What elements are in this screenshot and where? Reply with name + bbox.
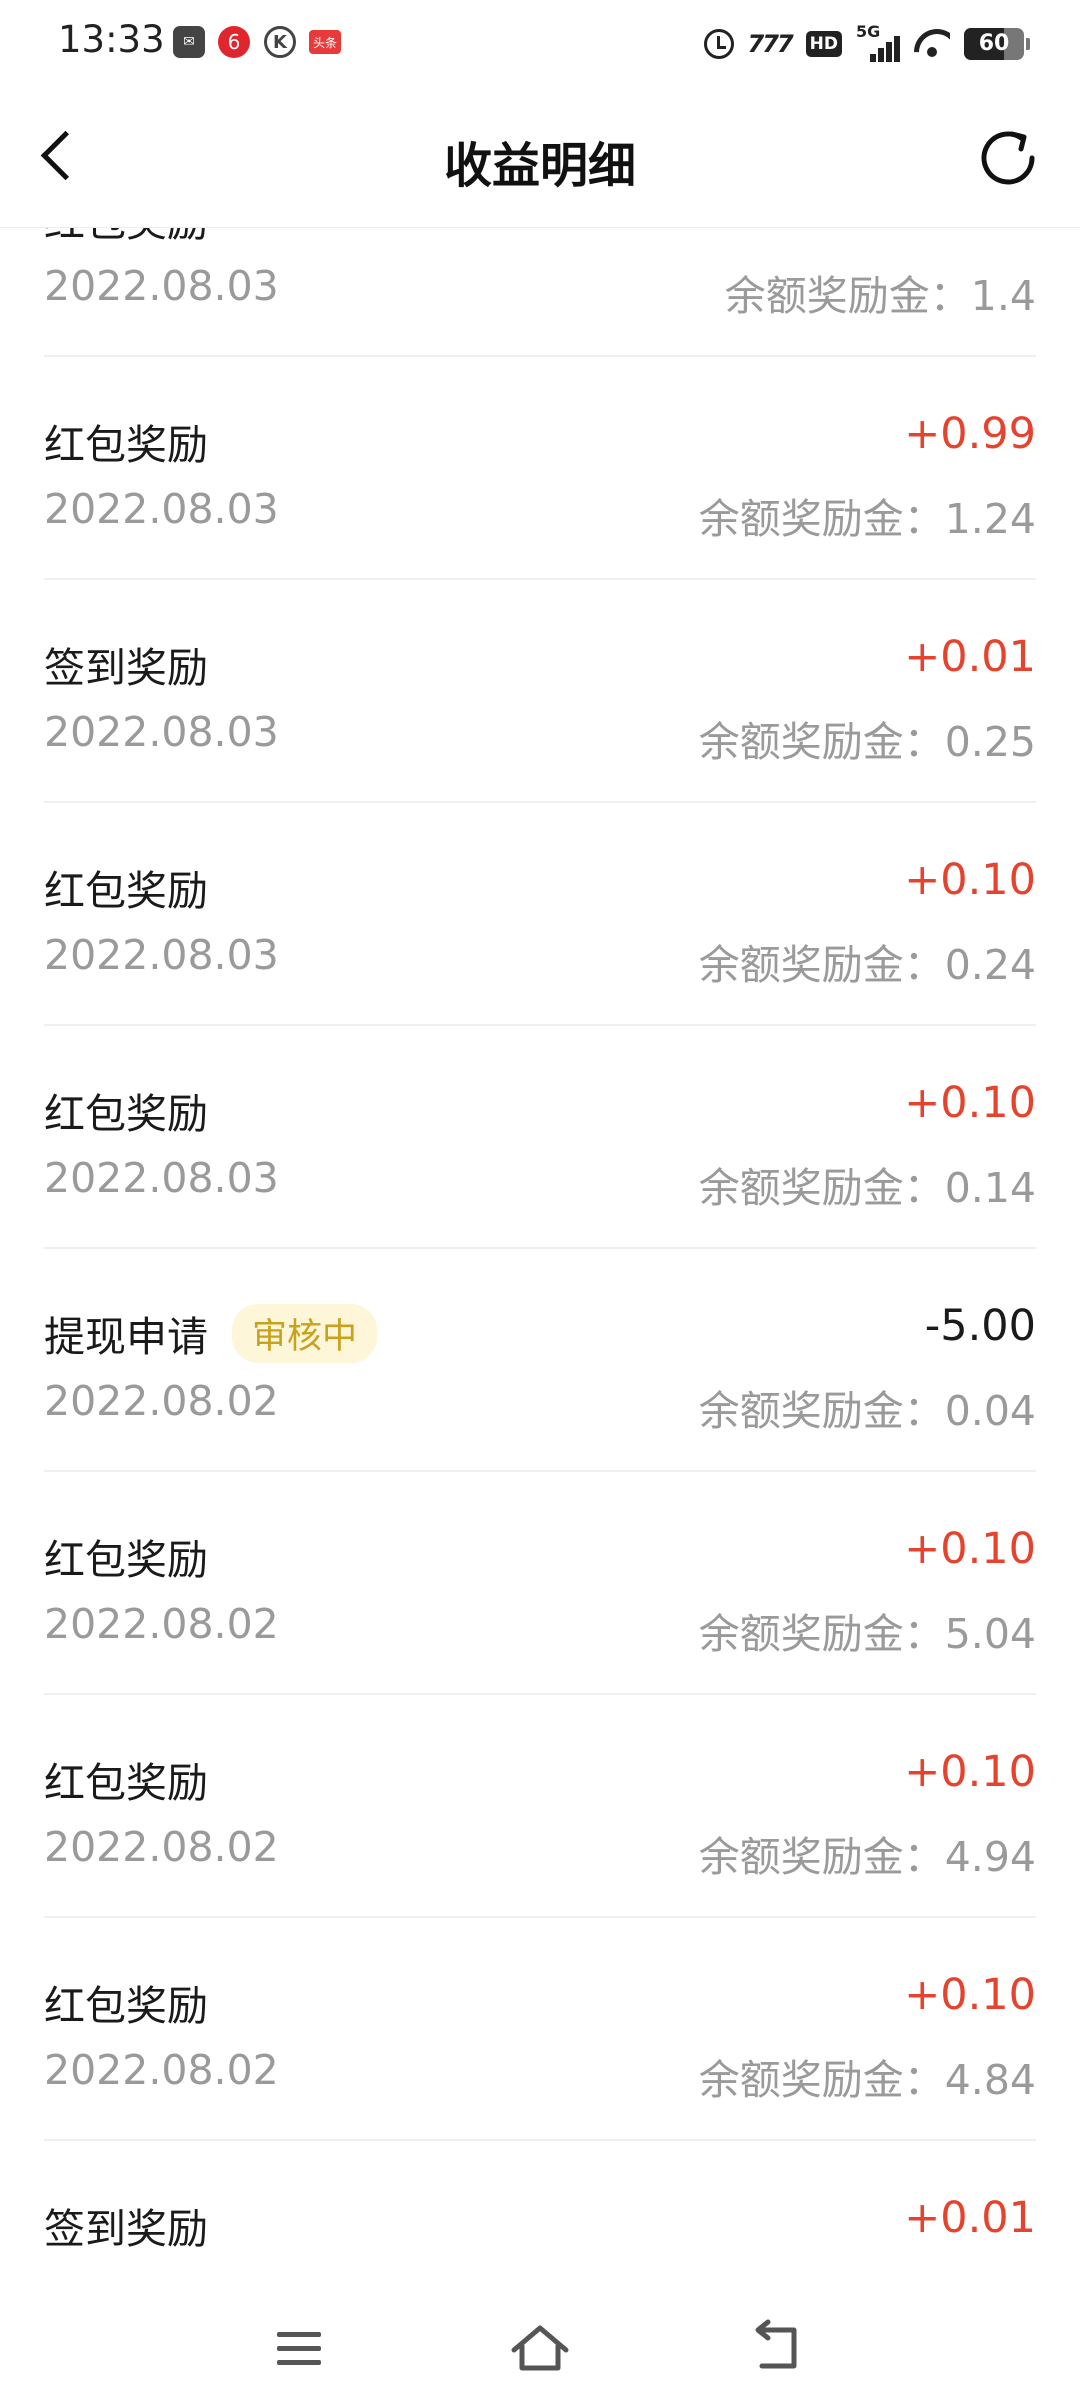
item-title-text: 红包奖励 xyxy=(44,1759,208,1807)
refresh-button[interactable] xyxy=(974,124,1042,192)
list-item[interactable]: 红包奖励 +0.10 2022.08.03 余额奖励金：1.4 xyxy=(44,228,1036,357)
network-speed-icon: 777 xyxy=(747,30,794,58)
item-title-text: 红包奖励 xyxy=(44,1536,208,1584)
item-amount: +0.10 xyxy=(904,1747,1036,1797)
nav-menu-button[interactable] xyxy=(263,2316,335,2380)
hd-voice-icon: HD xyxy=(805,31,842,57)
item-date: 2022.08.02 xyxy=(44,1823,279,1871)
item-title-text: 红包奖励 xyxy=(44,228,208,248)
item-title-text: 红包奖励 xyxy=(44,421,208,469)
item-title-text: 提现申请 xyxy=(44,1313,208,1361)
status-bar: 13:33 ✉ 6 K 头条 777 HD 5G 60 xyxy=(0,0,1080,86)
item-title: 红包奖励 xyxy=(44,411,208,471)
item-title: 红包奖励 xyxy=(44,1080,208,1140)
item-date: 2022.08.02 xyxy=(44,1600,279,1648)
list-item[interactable]: 红包奖励 +0.10 2022.08.03 余额奖励金：0.24 xyxy=(44,803,1036,1026)
refresh-icon xyxy=(981,131,1035,185)
item-amount: +0.01 xyxy=(904,632,1036,682)
item-title-text: 红包奖励 xyxy=(44,1982,208,2030)
item-balance: 余额奖励金：4.84 xyxy=(698,2056,1036,2104)
item-title: 红包奖励 xyxy=(44,857,208,917)
app-header: 收益明细 xyxy=(0,86,1080,228)
item-balance: 余额奖励金：0.04 xyxy=(698,1387,1036,1435)
item-amount: +0.01 xyxy=(904,2193,1036,2243)
item-balance: 余额奖励金：4.94 xyxy=(698,1833,1036,1881)
network-type-label: 5G xyxy=(856,22,881,41)
item-title: 红包奖励 xyxy=(44,1972,208,2032)
battery-icon: 60 xyxy=(964,28,1030,60)
item-balance: 余额奖励金：1.24 xyxy=(698,495,1036,543)
alarm-icon xyxy=(703,29,734,59)
item-date: 2022.08.03 xyxy=(44,708,279,756)
item-title: 红包奖励 xyxy=(44,228,208,248)
list-item[interactable]: 红包奖励 +0.10 2022.08.03 余额奖励金：0.14 xyxy=(44,1026,1036,1249)
list-item[interactable]: 红包奖励 +0.10 2022.08.02 余额奖励金：4.94 xyxy=(44,1695,1036,1918)
item-amount: +0.10 xyxy=(904,855,1036,905)
item-title-text: 签到奖励 xyxy=(44,2205,208,2253)
mail-notification-icon: ✉ xyxy=(173,26,205,58)
status-badge: 审核中 xyxy=(232,1303,378,1363)
item-balance: 余额奖励金：0.24 xyxy=(698,941,1036,989)
item-balance: 余额奖励金：1.4 xyxy=(724,272,1036,320)
nav-back-button[interactable] xyxy=(742,2316,814,2380)
item-amount: +0.10 xyxy=(904,1078,1036,1128)
item-title: 提现申请 审核中 xyxy=(44,1303,378,1363)
list-item[interactable]: 红包奖励 +0.10 2022.08.02 余额奖励金：5.04 xyxy=(44,1472,1036,1695)
item-title-text: 红包奖励 xyxy=(44,1090,208,1138)
item-balance: 余额奖励金：5.04 xyxy=(698,1610,1036,1658)
item-balance: 余额奖励金：0.25 xyxy=(698,718,1036,766)
back-icon xyxy=(755,2319,797,2369)
signal-5g-icon: 5G xyxy=(856,22,900,62)
item-date: 2022.08.03 xyxy=(44,1154,279,1202)
item-title: 签到奖励 xyxy=(44,634,208,694)
item-title-text: 红包奖励 xyxy=(44,867,208,915)
item-date: 2022.08.03 xyxy=(44,931,279,979)
toutiao-notification-icon: 头条 xyxy=(309,30,341,54)
item-amount: +0.10 xyxy=(904,1970,1036,2020)
nav-home-button[interactable] xyxy=(504,2316,576,2380)
status-icons: 777 HD 5G 60 xyxy=(703,22,1030,66)
item-amount: +0.10 xyxy=(904,228,1036,236)
status-time: 13:33 xyxy=(58,18,165,61)
item-title-text: 签到奖励 xyxy=(44,644,208,692)
earnings-list[interactable]: 红包奖励 +0.10 2022.08.03 余额奖励金：1.4 红包奖励 +0.99 202… xyxy=(0,228,1080,2288)
item-title: 红包奖励 xyxy=(44,1526,208,1586)
list-item[interactable]: 提现申请 审核中 -5.00 2022.08.02 余额奖励金：0.04 xyxy=(44,1249,1036,1472)
list-item[interactable]: 签到奖励 +0.01 2022.08.03 余额奖励金：0.25 xyxy=(44,580,1036,803)
item-date: 2022.08.03 xyxy=(44,262,279,310)
item-date: 2022.08.02 xyxy=(44,1377,279,1425)
item-amount: +0.10 xyxy=(904,1524,1036,1574)
item-date: 2022.08.02 xyxy=(44,2046,279,2094)
home-icon xyxy=(511,2325,569,2371)
item-date: 2022.08.03 xyxy=(44,485,279,533)
item-title: 签到奖励 xyxy=(44,2195,208,2255)
page-title: 收益明细 xyxy=(443,138,636,194)
k-app-notification-icon: K xyxy=(264,26,296,58)
system-nav-bar xyxy=(0,2288,1080,2408)
netease-music-notification-icon: 6 xyxy=(218,26,250,58)
item-title: 红包奖励 xyxy=(44,1749,208,1809)
battery-level: 60 xyxy=(978,31,1010,56)
wifi-icon xyxy=(914,29,950,59)
item-amount: -5.00 xyxy=(924,1301,1036,1351)
list-item[interactable]: 签到奖励 +0.01 xyxy=(44,2141,1036,2288)
item-balance: 余额奖励金：0.14 xyxy=(698,1164,1036,1212)
list-item[interactable]: 红包奖励 +0.99 2022.08.03 余额奖励金：1.24 xyxy=(44,357,1036,580)
list-item[interactable]: 红包奖励 +0.10 2022.08.02 余额奖励金：4.84 xyxy=(44,1918,1036,2141)
item-amount: +0.99 xyxy=(904,409,1036,459)
